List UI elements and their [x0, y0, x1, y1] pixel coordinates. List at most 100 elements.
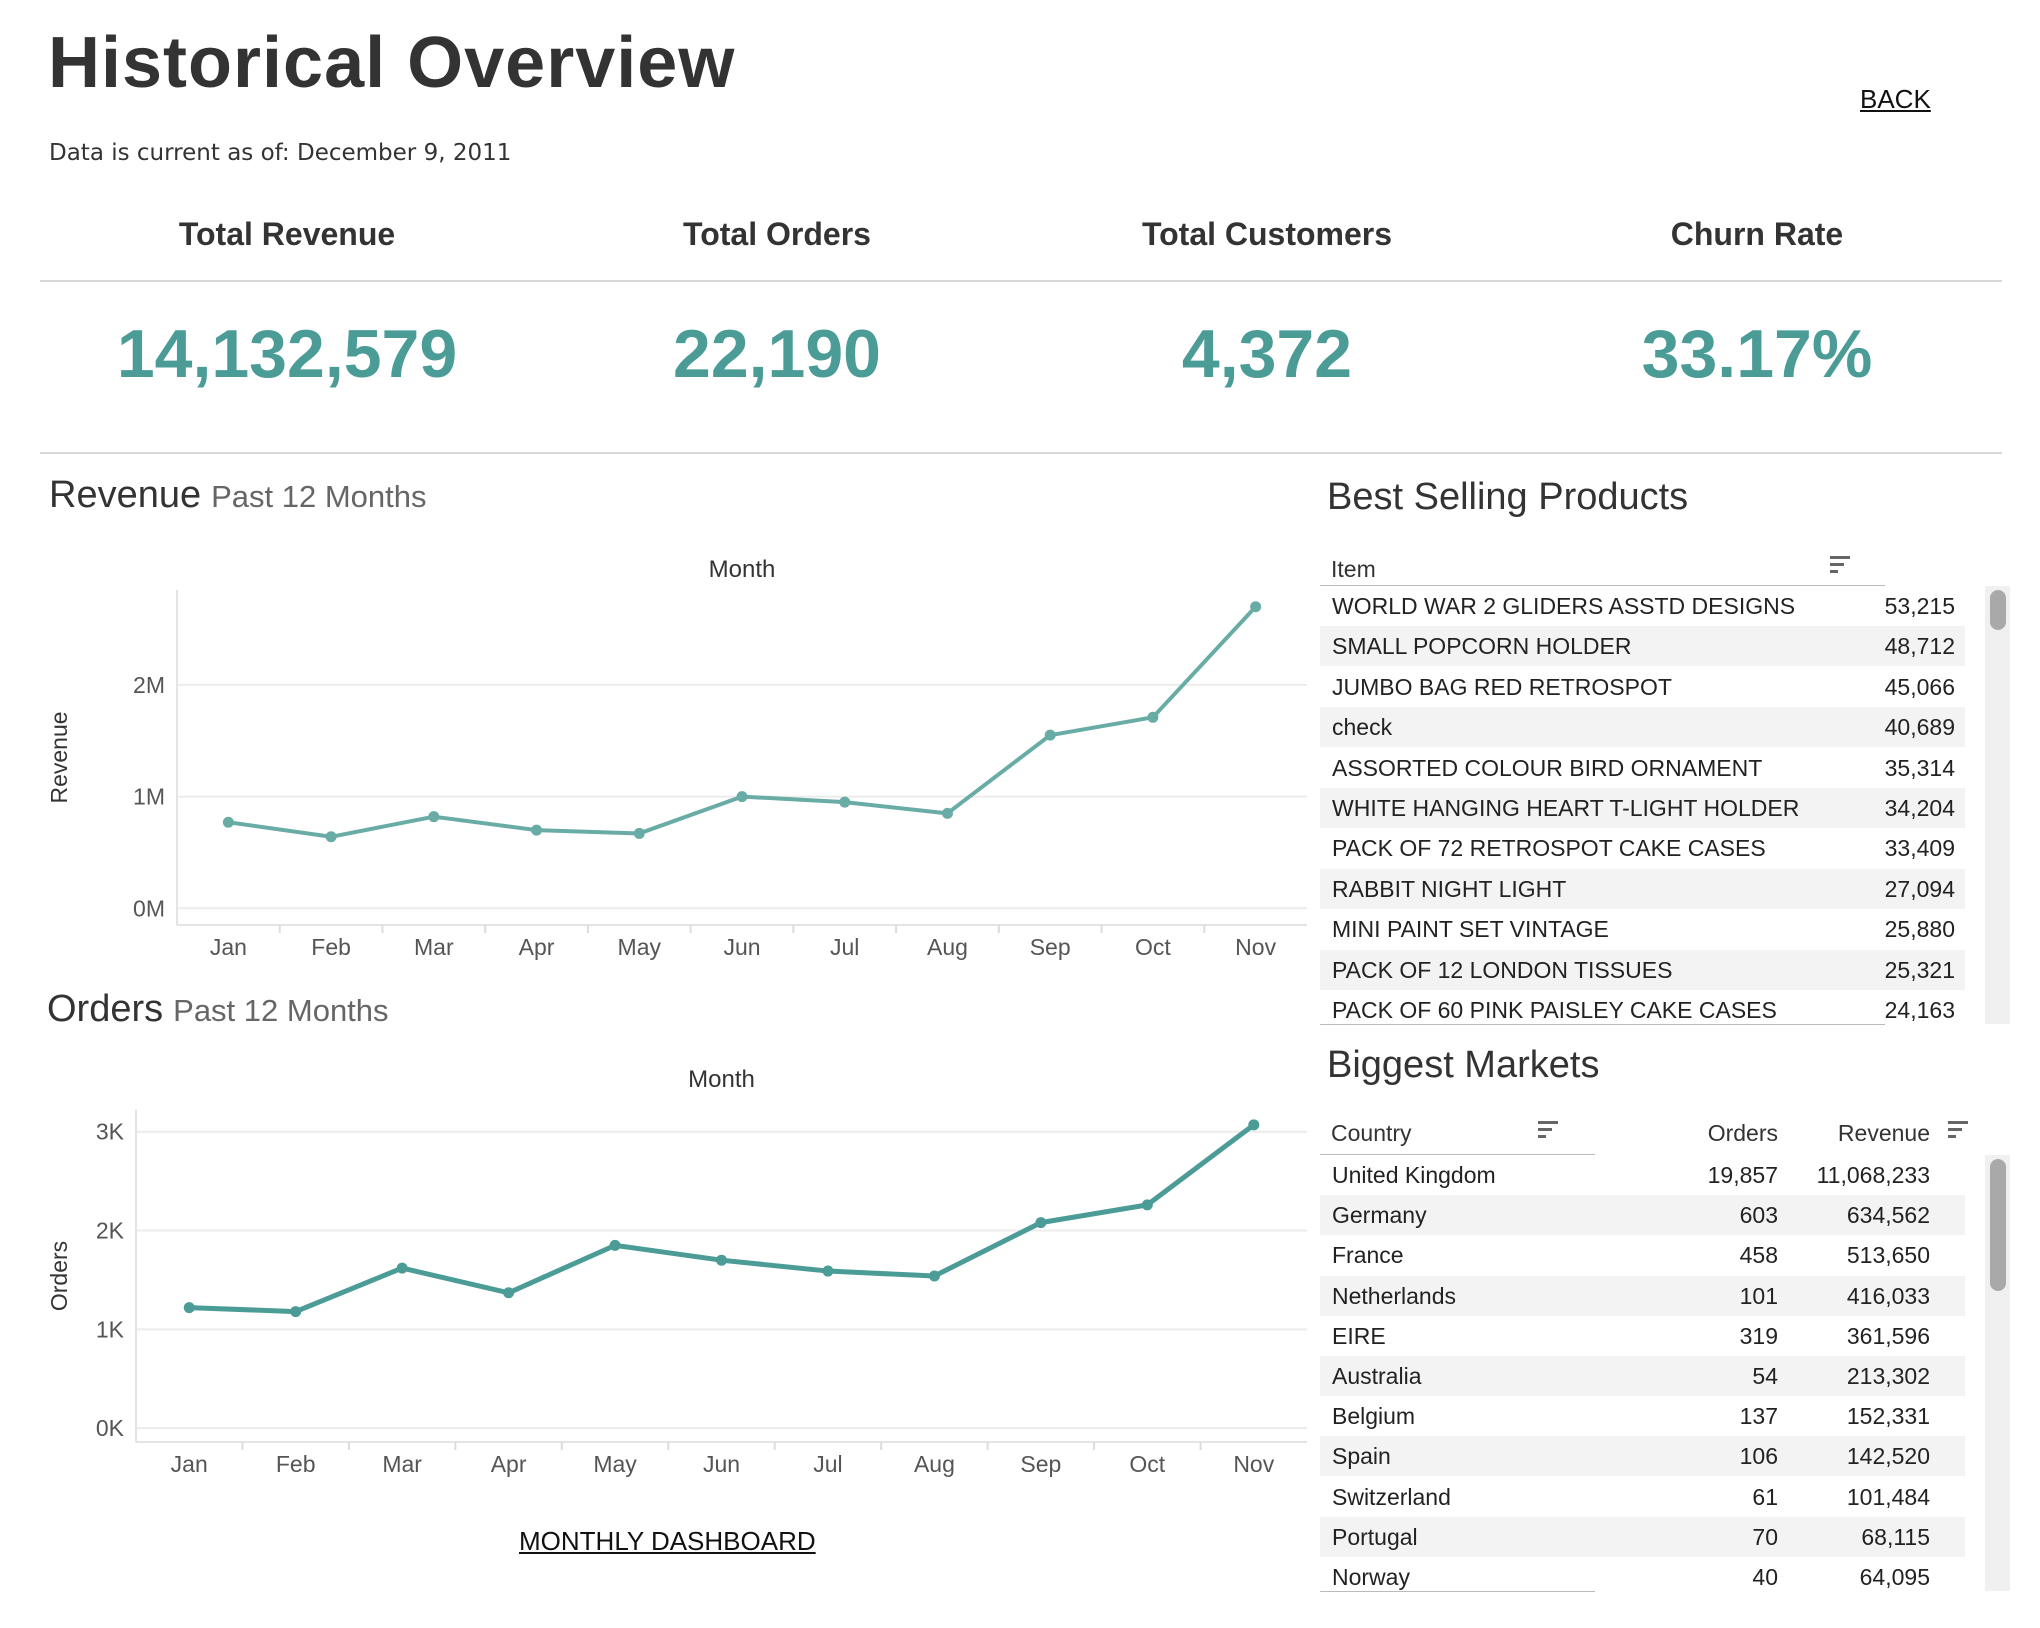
product-name: PACK OF 72 RETROSPOT CAKE CASES — [1332, 835, 1766, 862]
country-column-header[interactable]: Country — [1331, 1120, 1412, 1147]
market-row[interactable]: United Kingdom 19,857 11,068,233 — [1320, 1155, 1965, 1195]
market-orders: 61 — [1752, 1483, 1778, 1510]
product-row[interactable]: JUMBO BAG RED RETROSPOT 45,066 — [1320, 667, 1965, 707]
data-point — [1141, 1199, 1153, 1211]
product-name: JUMBO BAG RED RETROSPOT — [1332, 673, 1672, 700]
data-point — [736, 791, 748, 803]
revenue-line-chart[interactable]: Month Revenue 0M 1M 2M Jan Feb Mar Apr May Jun Jul A… — [40, 540, 1310, 980]
x-tick-label: Aug — [914, 1451, 955, 1477]
x-tick-label: Oct — [1135, 934, 1171, 960]
market-row[interactable]: Belgium 137 152,331 — [1320, 1396, 1965, 1436]
x-tick-label: Nov — [1235, 934, 1276, 960]
x-tick-label: May — [593, 1451, 637, 1477]
market-revenue: 142,520 — [1846, 1443, 1930, 1470]
product-quantity: 45,066 — [1884, 673, 1955, 700]
market-row[interactable]: France 458 513,650 — [1320, 1235, 1965, 1275]
markets-scroll-thumb[interactable] — [1990, 1159, 2006, 1291]
data-point — [222, 816, 234, 828]
page-title: Historical Overview — [48, 23, 736, 103]
market-orders: 137 — [1739, 1403, 1778, 1430]
data-point — [183, 1302, 195, 1314]
product-row[interactable]: PACK OF 12 LONDON TISSUES 25,321 — [1320, 949, 1965, 990]
product-quantity: 40,689 — [1884, 714, 1955, 741]
best-selling-scroll-thumb[interactable] — [1990, 590, 2006, 630]
series-line — [228, 605, 1258, 839]
sort-icon[interactable] — [1948, 1121, 1968, 1139]
product-name: ASSORTED COLOUR BIRD ORNAMENT — [1332, 754, 1763, 781]
data-point — [633, 827, 645, 839]
product-quantity: 33,409 — [1884, 835, 1955, 862]
data-point — [428, 811, 440, 823]
x-tick-label: Sep — [1020, 1451, 1061, 1477]
market-country: Portugal — [1332, 1523, 1418, 1550]
markets-scrollbar[interactable] — [1985, 1155, 2010, 1591]
product-quantity: 53,215 — [1884, 593, 1955, 619]
product-row[interactable]: ASSORTED COLOUR BIRD ORNAMENT 35,314 — [1320, 748, 1965, 788]
market-country: Spain — [1332, 1443, 1391, 1470]
section-divider — [40, 452, 2002, 454]
market-row[interactable]: Portugal 70 68,115 — [1320, 1516, 1965, 1557]
market-row[interactable]: Australia 54 213,302 — [1320, 1356, 1965, 1396]
market-revenue: 513,650 — [1846, 1242, 1930, 1269]
y-axis-title: Orders — [46, 1241, 72, 1311]
market-orders: 70 — [1752, 1523, 1778, 1550]
y-axis-title: Revenue — [46, 711, 72, 803]
data-point — [941, 807, 953, 819]
market-country: Australia — [1332, 1363, 1422, 1389]
kpi-total-orders-value: 22,190 — [673, 316, 881, 392]
sort-icon[interactable] — [1538, 1121, 1558, 1139]
market-revenue: 101,484 — [1846, 1483, 1930, 1510]
x-axis-title: Month — [688, 1066, 755, 1093]
market-country: EIRE — [1332, 1322, 1386, 1349]
kpi-total-revenue-value: 14,132,579 — [116, 316, 458, 392]
market-row[interactable]: Germany 603 634,562 — [1320, 1195, 1965, 1236]
market-revenue: 634,562 — [1846, 1202, 1930, 1229]
x-tick-label: Jun — [703, 1451, 740, 1477]
data-point — [839, 796, 851, 808]
x-tick-label: Oct — [1129, 1451, 1165, 1477]
y-tick-label: 2K — [96, 1218, 125, 1244]
x-tick-label: Apr — [519, 934, 555, 960]
orders-title-text: Orders — [47, 988, 164, 1030]
data-point — [396, 1262, 408, 1274]
kpi-churn-rate-label: Churn Rate — [1670, 216, 1844, 252]
monthly-dashboard-link[interactable]: MONTHLY DASHBOARD — [519, 1526, 816, 1557]
sort-icon[interactable] — [1830, 556, 1850, 574]
data-point — [1147, 711, 1159, 723]
product-row[interactable]: RABBIT NIGHT LIGHT 27,094 — [1320, 868, 1965, 909]
revenue-column-header[interactable]: Revenue — [1790, 1120, 1930, 1147]
market-row[interactable]: EIRE 319 361,596 — [1320, 1316, 1965, 1356]
product-name: WORLD WAR 2 GLIDERS ASSTD DESIGNS — [1332, 593, 1796, 619]
product-row[interactable]: WORLD WAR 2 GLIDERS ASSTD DESIGNS 53,215 — [1320, 586, 1965, 626]
market-country: France — [1332, 1242, 1404, 1269]
product-row[interactable]: check 40,689 — [1320, 707, 1965, 748]
product-quantity: 25,321 — [1884, 956, 1955, 983]
product-row[interactable]: WHITE HANGING HEART T-LIGHT HOLDER 34,204 — [1320, 788, 1965, 828]
orders-column-header[interactable]: Orders — [1600, 1120, 1778, 1147]
orders-line-chart[interactable]: Month Orders 0K 1K 2K 3K Jan Feb Mar Apr May Jun Jul… — [40, 1050, 1310, 1490]
data-point — [325, 831, 337, 843]
market-revenue: 11,068,233 — [1816, 1162, 1930, 1188]
product-row[interactable]: MINI PAINT SET VINTAGE 25,880 — [1320, 909, 1965, 949]
product-row[interactable]: SMALL POPCORN HOLDER 48,712 — [1320, 626, 1965, 667]
x-tick-label: Aug — [927, 934, 968, 960]
product-name: SMALL POPCORN HOLDER — [1332, 633, 1632, 660]
market-revenue: 361,596 — [1846, 1322, 1930, 1349]
item-column-header[interactable]: Item — [1331, 556, 1376, 583]
market-orders: 603 — [1739, 1202, 1778, 1229]
data-point — [822, 1265, 834, 1277]
best-selling-scrollbar[interactable] — [1985, 586, 2010, 1024]
x-tick-label: Apr — [491, 1451, 527, 1477]
product-row[interactable]: PACK OF 72 RETROSPOT CAKE CASES 33,409 — [1320, 828, 1965, 868]
x-tick-label: Jul — [830, 934, 859, 960]
x-tick-label: Mar — [414, 934, 454, 960]
market-row[interactable]: Switzerland 61 101,484 — [1320, 1477, 1965, 1517]
market-row[interactable]: Netherlands 101 416,033 — [1320, 1275, 1965, 1316]
revenue-section-title: Revenue Past 12 Months — [49, 474, 427, 517]
kpi-total-customers-label: Total Customers — [1141, 216, 1393, 252]
market-revenue: 416,033 — [1846, 1282, 1930, 1309]
back-link[interactable]: BACK — [1860, 84, 1931, 115]
market-revenue: 152,331 — [1846, 1403, 1930, 1430]
market-country: Belgium — [1332, 1403, 1416, 1430]
market-row[interactable]: Spain 106 142,520 — [1320, 1436, 1965, 1477]
